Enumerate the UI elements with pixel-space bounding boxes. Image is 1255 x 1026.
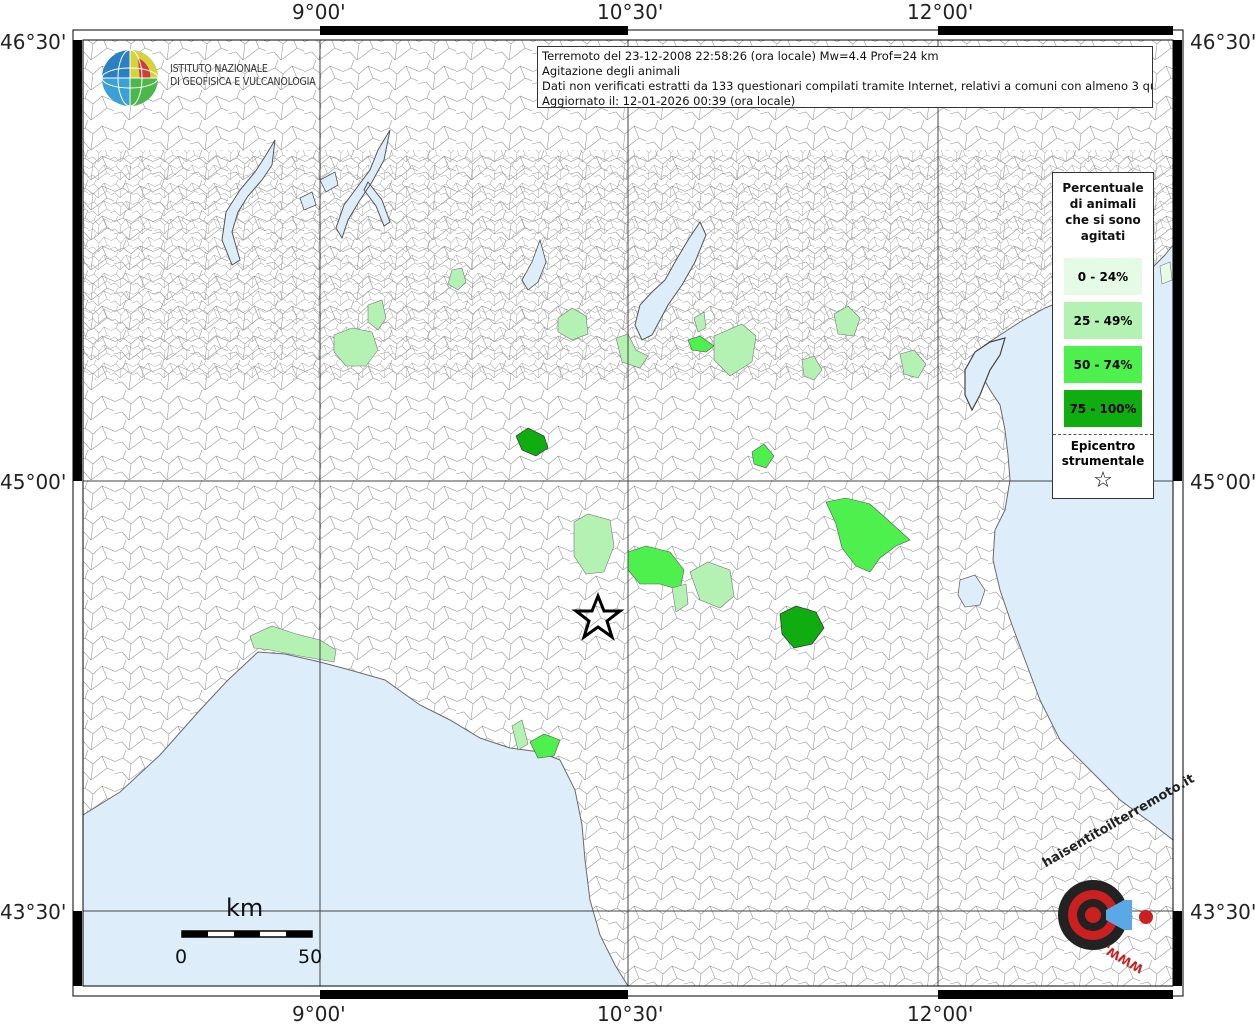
- event-subtitle: Agitazione degli animali: [542, 64, 681, 78]
- ingv-logo-icon: [101, 49, 159, 107]
- lon-label-bottom-3: 12°00': [907, 1002, 974, 1026]
- legend-separator: [1053, 434, 1153, 435]
- legend-epicenter-label: Epicentro strumentale: [1053, 439, 1153, 469]
- lon-label-top-2: 10°30': [597, 0, 664, 24]
- legend-epicenter-line-2: strumentale: [1061, 454, 1145, 468]
- scale-bar: [181, 930, 313, 938]
- lat-label-right-2: 45°00': [1190, 470, 1255, 494]
- legend-class-2: 25 - 49%: [1064, 302, 1142, 339]
- event-data-note: Dati non verificati estratti da 133 ques…: [542, 79, 1153, 93]
- legend-class-4: 75 - 100%: [1064, 390, 1142, 427]
- legend-title: Percentuale di animali che si sono agita…: [1053, 180, 1153, 244]
- legend-class-1: 0 - 24%: [1064, 258, 1142, 295]
- lat-label-left-3: 43°30': [0, 900, 67, 924]
- scale-title: km: [226, 894, 264, 922]
- lon-label-top-3: 12°00': [907, 0, 974, 24]
- institute-line-1: ISTITUTO NAZIONALE: [170, 63, 268, 75]
- scale-max-label: 50: [298, 946, 323, 968]
- legend-title-line-1: Percentuale: [1062, 181, 1144, 195]
- legend-title-line-3: che si sono: [1065, 213, 1141, 227]
- lon-label-bottom-2: 10°30': [597, 1002, 664, 1026]
- lat-label-right-3: 43°30': [1190, 900, 1255, 924]
- event-updated: Aggiornato il: 12-01-2026 00:39 (ora loc…: [542, 94, 796, 108]
- lat-label-left-1: 46°30': [0, 30, 67, 54]
- lat-label-left-2: 45°00': [0, 470, 67, 494]
- legend-title-line-4: agitati: [1080, 229, 1126, 243]
- lat-label-right-1: 46°30': [1190, 30, 1255, 54]
- legend-class-3: 50 - 74%: [1064, 346, 1142, 383]
- legend-title-line-2: di animali: [1069, 197, 1137, 211]
- lon-label-top-1: 9°00': [292, 0, 346, 24]
- event-title: Terremoto del 23-12-2008 22:58:26 (ora l…: [542, 49, 939, 63]
- lon-label-bottom-1: 9°00': [292, 1002, 346, 1026]
- legend: Percentuale di animali che si sono agita…: [1052, 172, 1154, 499]
- event-info-box: Terremoto del 23-12-2008 22:58:26 (ora l…: [537, 46, 1153, 108]
- institute-line-2: DI GEOFISICA E VULCANOLOGIA: [170, 76, 316, 88]
- scale-min-label: 0: [175, 946, 188, 968]
- institute-name: ISTITUTO NAZIONALE DI GEOFISICA E VULCAN…: [170, 63, 316, 89]
- intensity-map: [72, 26, 1184, 999]
- legend-star-icon: ☆: [1093, 468, 1113, 493]
- legend-epicenter-line-1: Epicentro: [1070, 439, 1136, 453]
